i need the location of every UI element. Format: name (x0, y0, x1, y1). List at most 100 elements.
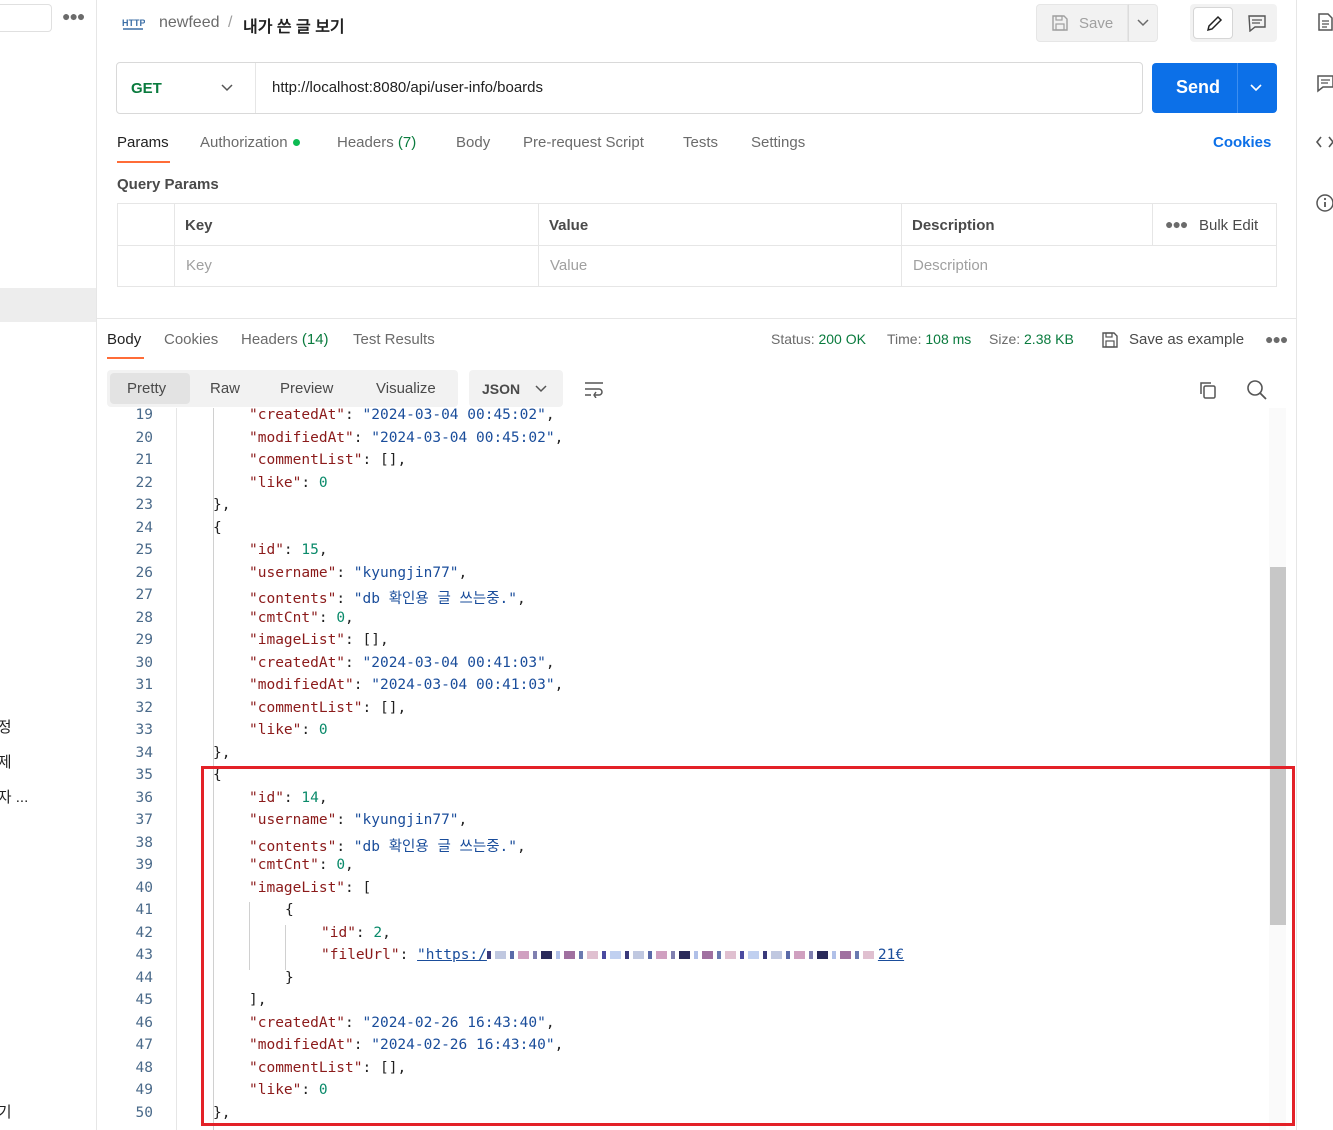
redacted-url-block (747, 951, 759, 959)
tab-tests[interactable]: Tests (683, 134, 718, 151)
comment-mode-button[interactable] (1240, 7, 1274, 39)
format-select[interactable]: JSON (469, 370, 563, 407)
key-input[interactable]: Key (186, 257, 212, 274)
tab-response-body[interactable]: Body (107, 331, 141, 348)
code-punctuation: }, (213, 497, 231, 513)
sidebar-item[interactable]: 퇴자 ... (0, 786, 28, 807)
tab-response-cookies[interactable]: Cookies (164, 331, 218, 348)
more-options-icon[interactable]: ●●● (1165, 216, 1188, 232)
tab-headers[interactable]: Headers (7) (337, 134, 416, 151)
code-content: "cmtCnt": 0, (249, 857, 354, 873)
tab-test-results[interactable]: Test Results (353, 331, 435, 348)
table-header-row (118, 204, 1276, 246)
line-number: 31 (135, 677, 153, 693)
pane-divider[interactable] (97, 318, 1296, 319)
info-icon[interactable] (1315, 193, 1333, 213)
redacted-url-block (670, 951, 675, 959)
status-info[interactable]: Status: 200 OK (771, 331, 866, 347)
tab-authorization[interactable]: Authorization (200, 134, 300, 151)
view-raw-button[interactable]: Raw (210, 380, 240, 397)
code-content: "contents": "db 확인용 글 쓰는중.", (249, 587, 526, 608)
method-select[interactable]: GET (117, 63, 256, 113)
bulk-edit-button[interactable]: Bulk Edit (1199, 217, 1258, 234)
search-icon[interactable] (1246, 379, 1268, 401)
breadcrumb-collection[interactable]: newfeed (159, 14, 220, 32)
send-button[interactable]: Send (1152, 63, 1277, 113)
cookies-link[interactable]: Cookies (1213, 134, 1271, 151)
json-value: "2024-02-26 16:43:40" (362, 1014, 546, 1031)
code-line: 30 "createdAt": "2024-03-04 00:41:03", (107, 655, 1286, 678)
code-punctuation: { (285, 902, 294, 918)
json-value: "https:/ (417, 947, 487, 963)
tab-body[interactable]: Body (456, 134, 490, 151)
redacted-url-block (701, 951, 713, 959)
time-label: Time: (887, 331, 922, 347)
code-punctuation: , (318, 789, 328, 806)
code-punctuation: : (283, 789, 302, 806)
code-line: 25 "id": 15, (107, 542, 1286, 565)
redacted-url-block (770, 951, 782, 959)
code-punctuation: , (379, 632, 389, 648)
code-content: "fileUrl": "https:/ 21€ (321, 947, 904, 963)
sidebar-item[interactable]: 리기 (0, 1101, 12, 1122)
sidebar-selected-item[interactable] (0, 288, 96, 322)
redacted-url-block (540, 951, 552, 959)
documentation-icon[interactable] (1315, 12, 1333, 32)
code-punctuation: , (545, 654, 555, 671)
request-title[interactable]: 내가 쓴 글 보기 (243, 13, 345, 37)
line-number: 19 (135, 408, 153, 423)
sidebar-item[interactable]: 수정 (0, 716, 12, 737)
code-line: 49 "like": 0 (107, 1082, 1286, 1105)
line-number: 28 (135, 609, 153, 626)
save-button[interactable]: Save (1036, 4, 1128, 42)
chevron-down-icon[interactable] (1250, 83, 1262, 93)
code-icon[interactable] (1315, 132, 1333, 152)
column-header-value: Value (549, 217, 589, 234)
table-cell (175, 246, 539, 286)
json-value: "2024-03-04 00:45:02" (371, 429, 555, 446)
response-body-viewer[interactable]: 19 "createdAt": "2024-03-04 00:45:02", 20 "… (107, 408, 1286, 1130)
size-info[interactable]: Size: 2.38 KB (989, 331, 1074, 347)
tab-headers-label: Headers (337, 134, 394, 151)
redacted-url-block (816, 951, 828, 959)
sidebar-more-icon[interactable]: ●●● (62, 8, 85, 24)
table-cell (118, 246, 175, 286)
code-punctuation: , (517, 838, 526, 855)
code-content: "id": 14, (249, 790, 328, 806)
tab-params[interactable]: Params (117, 134, 169, 151)
comments-icon[interactable] (1315, 73, 1333, 93)
view-pretty-button[interactable]: Pretty (127, 380, 166, 397)
sidebar-search-input[interactable] (0, 4, 52, 32)
redacted-url-block (647, 951, 652, 959)
response-more-icon[interactable]: ●●● (1265, 331, 1288, 347)
indent-guide (249, 902, 250, 970)
save-dropdown-button[interactable] (1128, 4, 1158, 42)
code-punctuation: }, (213, 744, 231, 761)
code-content: "like": 0 (249, 722, 328, 738)
line-number: 37 (135, 812, 153, 828)
tab-response-headers[interactable]: Headers (14) (241, 331, 329, 348)
value-input[interactable]: Value (550, 257, 587, 274)
code-line: 26 "username": "kyungjin77", (107, 565, 1286, 588)
scrollbar-thumb[interactable] (1270, 567, 1286, 925)
line-number: 22 (135, 474, 153, 491)
redacted-url-block (655, 951, 667, 959)
tab-headers-count: (7) (397, 134, 417, 151)
wrap-lines-icon[interactable] (583, 380, 605, 398)
edit-mode-button[interactable] (1193, 7, 1233, 39)
view-visualize-button[interactable]: Visualize (376, 380, 436, 397)
table-cell (118, 204, 175, 245)
description-input[interactable]: Description (913, 257, 988, 274)
code-punctuation: : (345, 879, 363, 896)
line-number: 30 (135, 654, 153, 671)
json-key: "like" (249, 474, 302, 491)
time-info[interactable]: Time: 108 ms (887, 331, 971, 347)
view-preview-button[interactable]: Preview (280, 380, 333, 397)
tab-settings[interactable]: Settings (751, 134, 805, 151)
redacted-url-block (494, 951, 506, 959)
tab-pre-request-script[interactable]: Pre-request Script (523, 134, 644, 151)
copy-icon[interactable] (1198, 380, 1218, 400)
url-input[interactable]: http://localhost:8080/api/user-info/boar… (272, 79, 543, 96)
sidebar-item[interactable]: 삭제 (0, 751, 12, 772)
line-number: 45 (135, 992, 153, 1008)
